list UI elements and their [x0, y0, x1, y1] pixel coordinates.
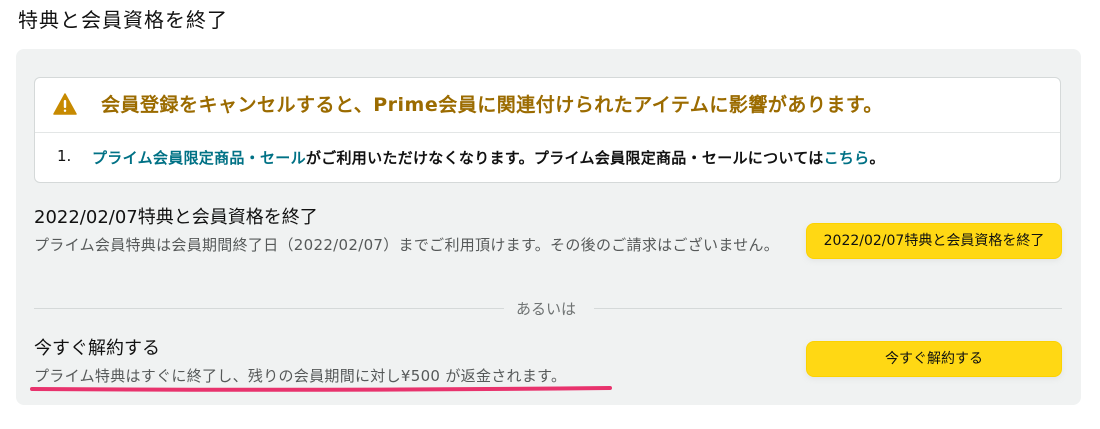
here-link[interactable]: こちら [824, 149, 870, 167]
prime-exclusive-deals-link[interactable]: プライム会員限定商品・セール [92, 149, 306, 167]
cancel-now-button[interactable]: 今すぐ解約する [806, 341, 1062, 377]
alert-item-text: プライム会員限定商品・セールがご利用いただけなくなります。プライム会員限定商品・… [92, 147, 885, 168]
warning-alert: 会員登録をキャンセルすると、Prime会員に関連付けられたアイテムに影響がありま… [34, 77, 1061, 183]
end-date-option-description: プライム会員特典は会員期間終了日（2022/02/07）までご利用頂けます。その… [34, 236, 780, 254]
alert-item-end: 。 [869, 149, 885, 167]
cancel-membership-panel: 会員登録をキャンセルすると、Prime会員に関連付けられたアイテムに影響がありま… [16, 49, 1081, 405]
divider-line-left [34, 308, 504, 309]
cancel-now-option-description: プライム特典はすぐに終了し、残りの会員期間に対し¥500 が返金されます。 [34, 367, 567, 385]
end-at-date-button[interactable]: 2022/02/07特典と会員資格を終了 [806, 223, 1062, 259]
divider-or: あるいは [515, 300, 576, 318]
alert-list-item: 1. プライム会員限定商品・セールがご利用いただけなくなります。プライム会員限定… [35, 133, 1060, 183]
divider-line-right [594, 308, 1062, 309]
alert-item-body: がご利用いただけなくなります。プライム会員限定商品・セールについては [305, 149, 824, 167]
page-title: 特典と会員資格を終了 [18, 8, 228, 32]
highlight-underline [30, 386, 612, 392]
end-date-option-title: 2022/02/07特典と会員資格を終了 [34, 207, 318, 228]
alert-title: 会員登録をキャンセルすると、Prime会員に関連付けられたアイテムに影響がありま… [101, 94, 883, 116]
cancel-now-option-title: 今すぐ解約する [34, 338, 160, 359]
warning-icon [53, 93, 77, 115]
alert-header: 会員登録をキャンセルすると、Prime会員に関連付けられたアイテムに影響がありま… [35, 78, 1060, 133]
list-number: 1. [57, 147, 72, 165]
